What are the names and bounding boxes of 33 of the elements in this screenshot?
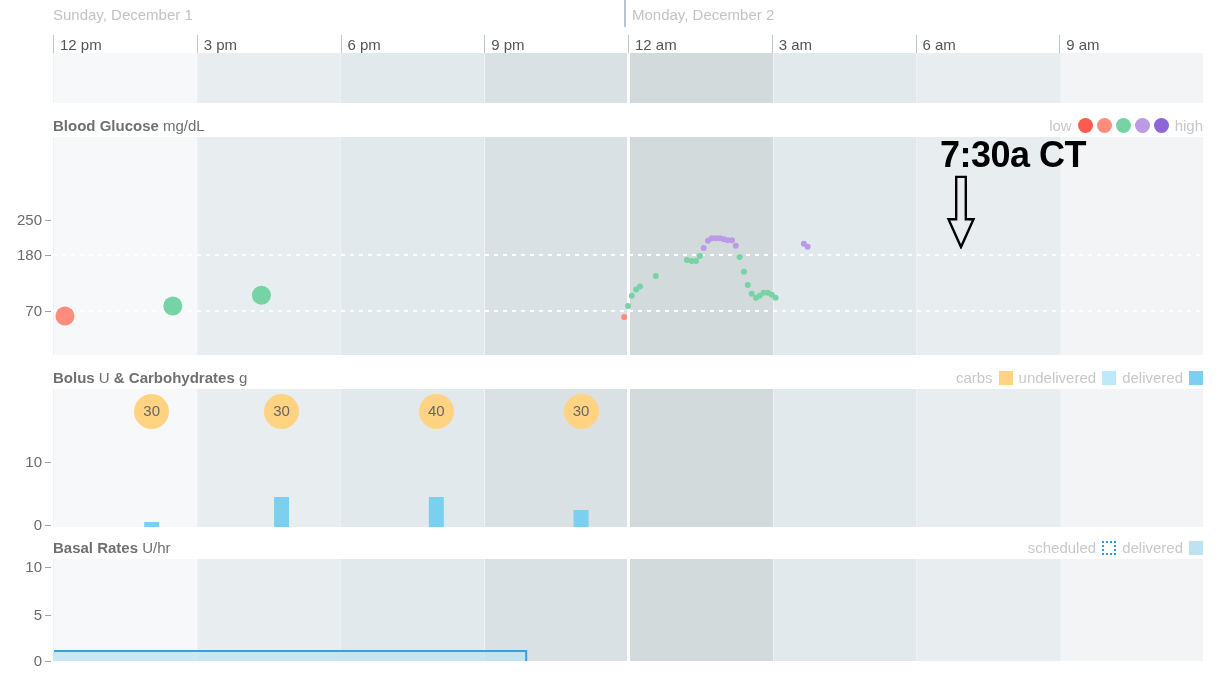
y-axis-label: 180 — [16, 246, 42, 264]
annotation-text: 7:30a CT — [940, 137, 1087, 173]
y-axis-label: 0 — [33, 652, 42, 670]
y-axis-label: 70 — [25, 302, 42, 320]
y-axis-label: 10 — [25, 453, 42, 471]
glucose-reading-dot — [740, 268, 747, 275]
time-label: 9 am — [1066, 36, 1100, 52]
time-label: 12 pm — [60, 36, 102, 52]
section-title: Bolus U & Carbohydrates g — [53, 367, 248, 388]
bolus-bar — [144, 522, 160, 527]
time-label: 3 am — [778, 36, 813, 52]
glucose-reading-dot — [55, 306, 75, 326]
date-label: Monday, December 2 — [632, 6, 775, 23]
down-arrow-icon — [946, 175, 976, 249]
y-axis-label: 5 — [33, 606, 42, 624]
glucose-reading-dot — [621, 314, 628, 321]
section-title: Basal Rates U/hr — [53, 537, 171, 558]
time-label: 12 am — [635, 36, 677, 52]
y-axis-label: 250 — [16, 211, 42, 229]
time-label: 6 am — [922, 36, 956, 52]
time-label: 3 pm — [203, 36, 238, 52]
date-label: Sunday, December 1 — [53, 6, 193, 23]
glucose-reading-dot — [625, 302, 631, 309]
section-title: Blood Glucose mg/dL — [53, 115, 205, 136]
glucose-reading-dot — [251, 285, 271, 305]
glucose-reading-dot — [163, 296, 183, 316]
time-label: 9 pm — [491, 36, 525, 52]
time-label: 6 pm — [347, 36, 381, 52]
y-axis-label: 0 — [33, 516, 42, 534]
glucose-reading-dot — [652, 272, 659, 279]
y-axis-label: 10 — [25, 558, 42, 576]
glucose-reading-dot — [736, 254, 743, 261]
bolus-bar — [274, 497, 290, 527]
